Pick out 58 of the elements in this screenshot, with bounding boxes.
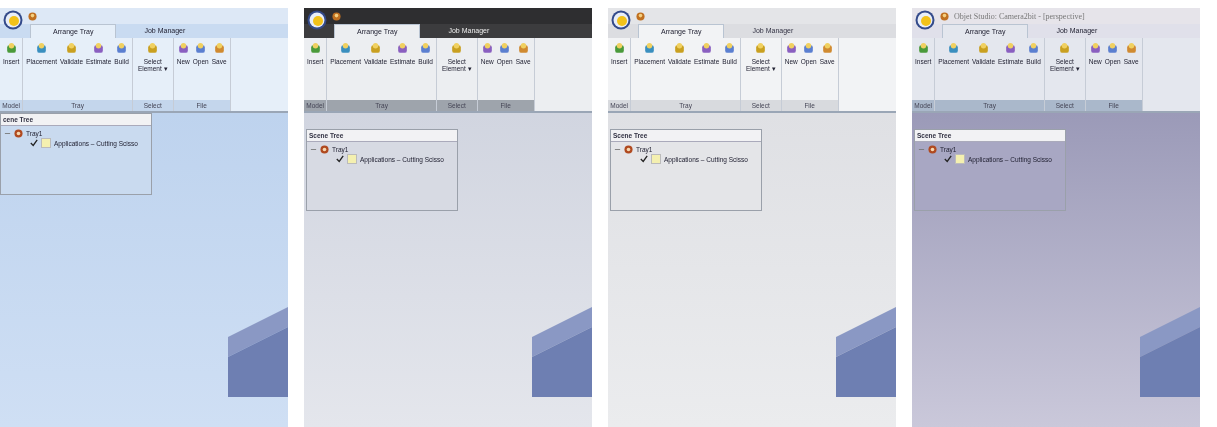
app-orb-icon[interactable] — [307, 10, 327, 30]
model-swatch-icon — [41, 138, 51, 148]
ribbon-glyph-icon — [1027, 42, 1041, 55]
model-swatch-icon — [347, 154, 357, 164]
collapse-toggle-icon[interactable] — [918, 146, 925, 153]
ribbon-glyph-icon — [612, 42, 626, 55]
ribbon-glyph-icon — [498, 42, 512, 55]
ribbon-glyph-icon — [1124, 42, 1138, 55]
ribbon-glyph-icon — [65, 42, 78, 55]
app-orb-icon[interactable] — [3, 10, 23, 30]
check-icon[interactable] — [336, 155, 344, 163]
ribbon-glyph-icon — [820, 42, 834, 55]
ribbon-glyph-icon — [396, 42, 410, 55]
ribbon-glyph-icon — [1088, 42, 1102, 55]
ribbon-glyph-icon — [92, 42, 106, 55]
ribbon-glyph-icon — [1106, 42, 1120, 55]
ribbon-glyph-icon — [176, 42, 190, 55]
ribbon-glyph-icon — [1004, 42, 1018, 55]
ribbon-glyph-icon — [480, 42, 494, 55]
tray-node-icon — [624, 145, 633, 154]
ribbon-glyph-icon — [802, 42, 816, 55]
ribbon-glyph-icon — [784, 42, 798, 55]
ribbon-glyph-icon — [1058, 42, 1072, 55]
ribbon-glyph-icon — [369, 42, 382, 55]
collapse-toggle-icon[interactable] — [310, 146, 317, 153]
app-orb-icon[interactable] — [611, 10, 631, 30]
check-icon[interactable] — [944, 155, 952, 163]
ribbon-glyph-icon — [673, 42, 686, 55]
ribbon-glyph-icon — [146, 42, 160, 55]
ribbon-glyph-icon — [450, 42, 464, 55]
check-icon[interactable] — [30, 139, 38, 147]
ribbon-glyph-icon — [723, 42, 737, 55]
ribbon-glyph-icon — [35, 42, 49, 55]
tray-node-icon — [320, 145, 329, 154]
collapse-toggle-icon[interactable] — [614, 146, 621, 153]
ribbon-glyph-icon — [339, 42, 353, 55]
ribbon-glyph-icon — [977, 42, 990, 55]
model-swatch-icon — [651, 154, 661, 164]
tray-node-icon — [14, 129, 23, 138]
app-orb-icon[interactable] — [915, 10, 935, 30]
ribbon-glyph-icon — [700, 42, 714, 55]
ribbon-glyph-icon — [115, 42, 129, 55]
ribbon-glyph-icon — [308, 42, 322, 55]
ribbon-glyph-icon — [4, 42, 18, 55]
ribbon-glyph-icon — [419, 42, 433, 55]
ribbon-glyph-icon — [643, 42, 657, 55]
ribbon-glyph-icon — [947, 42, 961, 55]
check-icon[interactable] — [640, 155, 648, 163]
ribbon-glyph-icon — [212, 42, 226, 55]
ribbon-glyph-icon — [916, 42, 930, 55]
tray-node-icon — [928, 145, 937, 154]
ribbon-glyph-icon — [516, 42, 530, 55]
ribbon-glyph-icon — [754, 42, 768, 55]
quick-access-icon[interactable] — [332, 11, 341, 21]
collapse-toggle-icon[interactable] — [4, 130, 11, 137]
ribbon-glyph-icon — [194, 42, 208, 55]
model-swatch-icon — [955, 154, 965, 164]
window-title: Objet Studio: Camera2bit - [perspective] — [954, 11, 1085, 21]
